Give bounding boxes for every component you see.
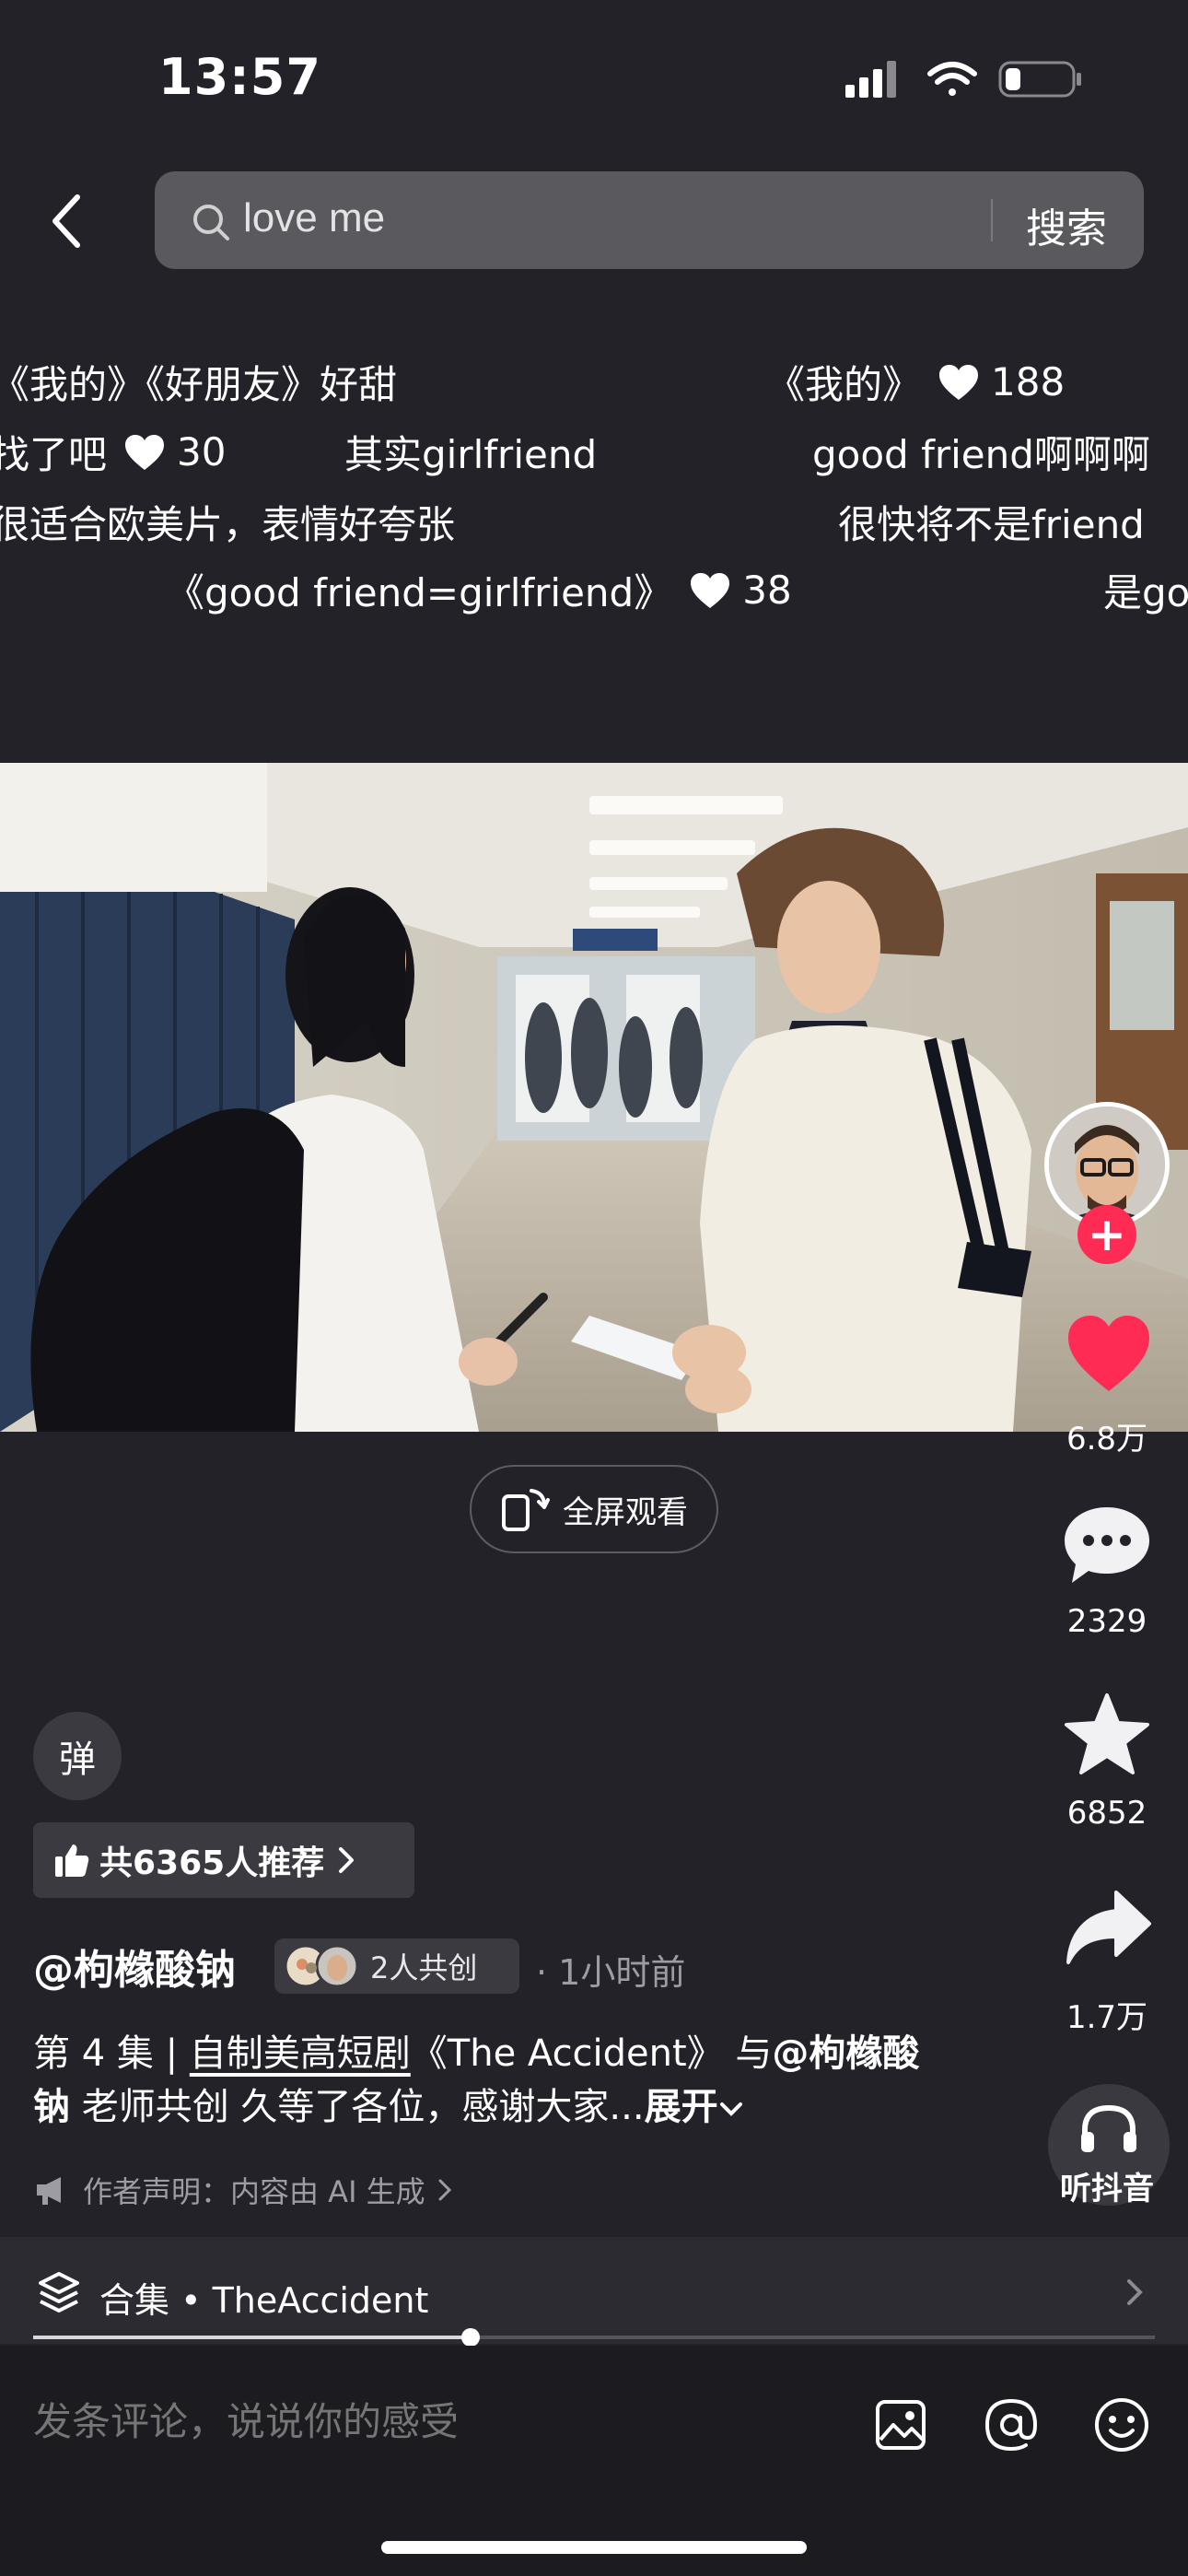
danmaku-comment: 其实girlfriend <box>344 424 597 480</box>
danmaku-comment: 是go <box>1103 562 1188 618</box>
wifi-icon <box>927 62 977 96</box>
title-text: 《The Accident》 与 <box>410 2032 773 2075</box>
danmaku-text: good friend啊啊啊 <box>812 432 1150 477</box>
recommend-pill[interactable]: 共6365人推荐 <box>33 1822 414 1898</box>
fullscreen-button[interactable]: 全屏观看 <box>470 1465 718 1553</box>
megaphone-icon <box>37 2177 61 2205</box>
favorite-count: 6852 <box>1066 1795 1147 1832</box>
share-arrow-icon[interactable] <box>1065 1889 1153 1968</box>
author-name[interactable]: @枸橼酸钠 <box>33 1937 236 1996</box>
danmaku-toggle-button[interactable]: 弹 <box>33 1712 122 1800</box>
danmaku-comment: good friend啊啊啊 <box>812 424 1188 480</box>
danmaku-likes: 30 <box>177 429 227 474</box>
chevron-right-icon <box>1127 2279 1143 2305</box>
search-divider <box>991 199 993 241</box>
follow-button[interactable]: + <box>1077 1205 1136 1264</box>
cocreate-text: 2人共创 <box>370 1950 478 1985</box>
video-frame <box>0 763 1188 1432</box>
comment-count: 2329 <box>1066 1603 1147 1640</box>
danmaku-text: 《good friend=girlfriend》 <box>166 570 673 615</box>
danmaku-text: 很适合欧美片，表情好夸张 <box>0 502 456 547</box>
danmaku-comment: 很快将不是friend <box>838 494 1188 550</box>
layers-icon <box>39 2272 79 2313</box>
thumbs-up-icon <box>55 1844 89 1877</box>
comment-icon[interactable] <box>1061 1502 1153 1590</box>
heart-icon <box>125 434 165 470</box>
listen-label: 听抖音 <box>1060 2171 1154 2207</box>
danmaku-likes: 188 <box>991 359 1066 404</box>
danmaku-text: 是go <box>1103 570 1188 615</box>
recommend-text: 共6365人推荐 <box>99 1844 325 1882</box>
chevron-down-icon <box>719 2102 742 2116</box>
rotate-screen-icon <box>502 1489 550 1531</box>
chevron-right-icon <box>339 1847 355 1873</box>
chevron-right-icon <box>438 2179 451 2201</box>
video-description[interactable]: 第 4 集 | 自制美高短剧《The Accident》 与@枸橼酸钠 老师共创… <box>33 2027 954 2134</box>
home-indicator <box>381 2541 807 2554</box>
post-time: · 1小时前 <box>536 1952 686 1993</box>
search-input[interactable]: love me <box>243 195 385 241</box>
status-time: 13:57 <box>158 48 321 106</box>
heart-icon <box>691 572 730 608</box>
danmaku-text: 《我的》 <box>766 362 922 407</box>
danmaku-likes: 38 <box>742 568 792 613</box>
danmaku-text: 找了吧 <box>0 432 108 477</box>
share-count: 1.7万 <box>1066 1999 1148 2036</box>
episode-text: 第 4 集 | <box>33 2032 190 2075</box>
like-count: 6.8万 <box>1066 1421 1148 1458</box>
battery-icon <box>998 61 1081 98</box>
search-icon <box>193 205 229 240</box>
danmaku-comment: 《good friend=girlfriend》 38 <box>166 562 792 618</box>
video-player[interactable] <box>0 763 1188 1432</box>
headphones-icon <box>1081 2104 1136 2152</box>
description-text: 老师共创 久等了各位，感谢大家... <box>70 2086 645 2128</box>
comment-input[interactable] <box>33 2399 825 2444</box>
favorite-star-icon[interactable] <box>1063 1692 1151 1776</box>
signal-icon <box>845 61 896 98</box>
back-button[interactable] <box>41 184 92 258</box>
danmaku-comment: 《我的》 188 <box>766 354 1065 410</box>
ai-declaration-text: 作者声明：内容由 AI 生成 <box>83 2174 425 2209</box>
danmaku-comment: 找了吧 30 <box>0 424 226 480</box>
video-progress-fill <box>33 2336 471 2339</box>
danmaku-text: 《我的》《好朋友》好甜 <box>0 362 398 407</box>
fullscreen-label: 全屏观看 <box>563 1493 688 1531</box>
hashtag-link[interactable]: 自制美高短剧 <box>190 2032 411 2075</box>
emoji-icon[interactable] <box>1092 2395 1151 2454</box>
status-icons <box>845 61 1081 98</box>
cocreator-avatars-icon <box>284 1944 359 1988</box>
mention-at-icon[interactable] <box>982 2395 1041 2454</box>
cocreate-pill[interactable]: 2人共创 <box>274 1938 519 1994</box>
like-heart-icon[interactable] <box>1065 1312 1153 1395</box>
danmaku-comment: 《我的》《好朋友》好甜 <box>0 354 397 410</box>
danmaku-comment: 很适合欧美片，表情好夸张 <box>0 494 455 550</box>
collection-label: 合集 • TheAccident <box>99 2280 429 2321</box>
search-button[interactable]: 搜索 <box>1026 195 1107 254</box>
image-icon[interactable] <box>873 2397 928 2453</box>
danmaku-text: 很快将不是friend <box>838 502 1145 547</box>
danmaku-text: 其实girlfriend <box>344 432 598 477</box>
expand-button[interactable]: 展开 <box>645 2086 718 2128</box>
ai-declaration[interactable]: 作者声明：内容由 AI 生成 <box>33 2169 453 2211</box>
video-progress-handle[interactable] <box>461 2328 480 2347</box>
heart-icon <box>939 364 979 400</box>
